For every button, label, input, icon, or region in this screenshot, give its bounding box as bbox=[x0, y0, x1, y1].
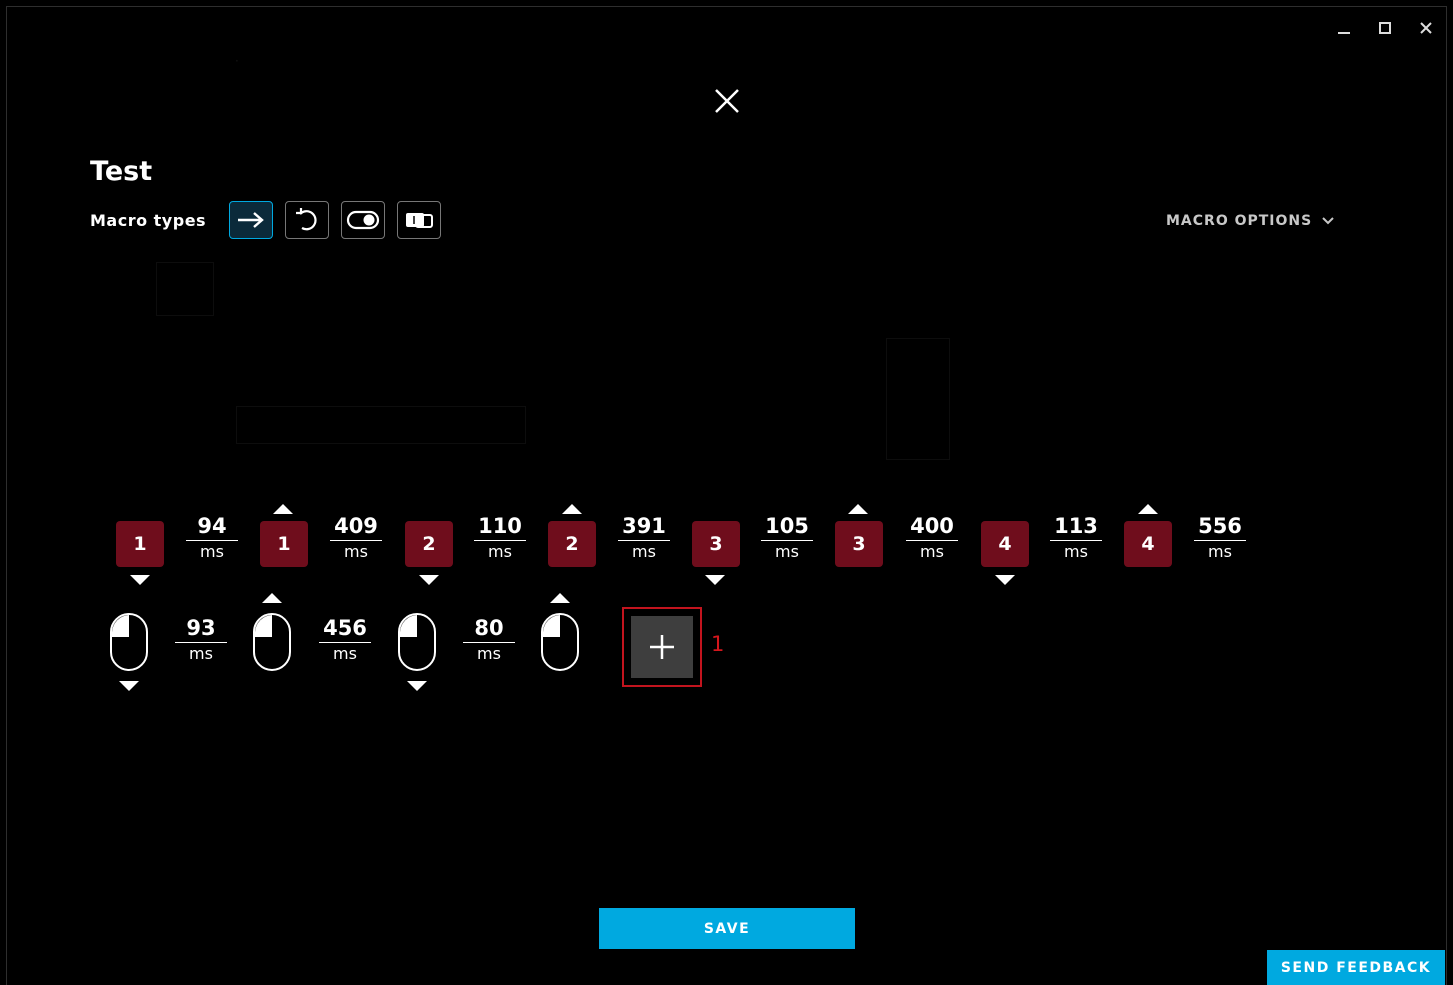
window-frame bbox=[6, 6, 1447, 985]
delay-unit: ms bbox=[200, 542, 224, 561]
delay-number: 93 bbox=[175, 615, 227, 643]
key-label: 4 bbox=[998, 533, 1012, 555]
key-event[interactable]: 4 bbox=[981, 521, 1029, 567]
toggle-icon bbox=[346, 210, 380, 230]
delay-value[interactable]: 409 ms bbox=[330, 513, 382, 563]
key-event[interactable]: 3 bbox=[835, 521, 883, 567]
delay-unit: ms bbox=[920, 542, 944, 561]
delay-unit: ms bbox=[1064, 542, 1088, 561]
minimize-icon[interactable] bbox=[1332, 16, 1356, 40]
delay-unit: ms bbox=[189, 644, 213, 663]
delay-number: 391 bbox=[618, 513, 670, 541]
macro-type-no-repeat-button[interactable] bbox=[229, 201, 273, 239]
delay-value[interactable]: 93 ms bbox=[175, 615, 227, 665]
sequence-icon bbox=[406, 213, 433, 228]
key-label: 2 bbox=[422, 533, 436, 555]
ghost-panel bbox=[236, 406, 526, 444]
window-close-icon[interactable] bbox=[1414, 16, 1438, 40]
mouse-left-click-icon[interactable] bbox=[540, 612, 580, 672]
delay-number: 105 bbox=[761, 513, 813, 541]
key-event[interactable]: 3 bbox=[692, 521, 740, 567]
save-button[interactable]: SAVE bbox=[599, 908, 855, 949]
repeat-icon bbox=[296, 208, 317, 231]
key-event[interactable]: 2 bbox=[548, 521, 596, 567]
arrow-right-icon bbox=[238, 212, 264, 228]
macro-type-repeat-button[interactable] bbox=[285, 201, 329, 239]
mouse-down-indicator-icon bbox=[119, 681, 139, 691]
mouse-left-click-icon[interactable] bbox=[252, 612, 292, 672]
macro-type-toggle-button[interactable] bbox=[341, 201, 385, 239]
macro-options-label: MACRO OPTIONS bbox=[1166, 213, 1313, 229]
close-editor-icon[interactable] bbox=[712, 86, 742, 116]
delay-number: 110 bbox=[474, 513, 526, 541]
mouse-down-indicator-icon bbox=[407, 681, 427, 691]
mouse-up-indicator-icon bbox=[550, 593, 570, 603]
delay-unit: ms bbox=[632, 542, 656, 561]
key-label: 1 bbox=[133, 533, 147, 555]
delay-value[interactable]: 391 ms bbox=[618, 513, 670, 563]
delay-number: 409 bbox=[330, 513, 382, 541]
key-event[interactable]: 4 bbox=[1124, 521, 1172, 567]
macro-types-label: Macro types bbox=[90, 211, 207, 230]
key-label: 2 bbox=[565, 533, 579, 555]
key-label: 1 bbox=[277, 533, 291, 555]
delay-number: 113 bbox=[1050, 513, 1102, 541]
delay-value[interactable]: 94 ms bbox=[186, 513, 238, 563]
key-event[interactable]: 1 bbox=[116, 521, 164, 567]
delay-unit: ms bbox=[477, 644, 501, 663]
chevron-down-icon bbox=[1322, 217, 1334, 225]
macro-type-sequence-button[interactable] bbox=[397, 201, 441, 239]
delay-value[interactable]: 556 ms bbox=[1194, 513, 1246, 563]
delay-number: 80 bbox=[463, 615, 515, 643]
delay-unit: ms bbox=[775, 542, 799, 561]
delay-value[interactable]: 456 ms bbox=[319, 615, 371, 665]
plus-icon bbox=[650, 635, 674, 659]
annotation-label: 1 bbox=[711, 632, 725, 656]
delay-value[interactable]: 105 ms bbox=[761, 513, 813, 563]
key-event[interactable]: 1 bbox=[260, 521, 308, 567]
key-label: 3 bbox=[709, 533, 723, 555]
key-up-indicator-icon bbox=[1138, 504, 1158, 514]
ghost-text: · bbox=[235, 54, 239, 68]
delay-unit: ms bbox=[488, 542, 512, 561]
add-event-highlight bbox=[622, 607, 702, 687]
delay-unit: ms bbox=[344, 542, 368, 561]
key-up-indicator-icon bbox=[562, 504, 582, 514]
send-feedback-button[interactable]: SEND FEEDBACK bbox=[1267, 950, 1445, 985]
key-down-indicator-icon bbox=[995, 575, 1015, 585]
key-down-indicator-icon bbox=[419, 575, 439, 585]
delay-number: 400 bbox=[906, 513, 958, 541]
delay-value[interactable]: 110 ms bbox=[474, 513, 526, 563]
key-label: 3 bbox=[852, 533, 866, 555]
delay-number: 456 bbox=[319, 615, 371, 643]
delay-unit: ms bbox=[1208, 542, 1232, 561]
mouse-up-indicator-icon bbox=[262, 593, 282, 603]
add-event-button[interactable] bbox=[631, 616, 693, 678]
delay-number: 94 bbox=[186, 513, 238, 541]
key-down-indicator-icon bbox=[130, 575, 150, 585]
key-event[interactable]: 2 bbox=[405, 521, 453, 567]
delay-unit: ms bbox=[333, 644, 357, 663]
key-label: 4 bbox=[1141, 533, 1155, 555]
macro-options-dropdown[interactable]: MACRO OPTIONS bbox=[1166, 213, 1334, 229]
delay-number: 556 bbox=[1194, 513, 1246, 541]
maximize-icon[interactable] bbox=[1373, 16, 1397, 40]
delay-value[interactable]: 113 ms bbox=[1050, 513, 1102, 563]
ghost-panel bbox=[156, 262, 214, 316]
delay-value[interactable]: 400 ms bbox=[906, 513, 958, 563]
mouse-left-click-icon[interactable] bbox=[397, 612, 437, 672]
key-up-indicator-icon bbox=[273, 504, 293, 514]
macro-title: Test bbox=[90, 156, 153, 187]
mouse-left-click-icon[interactable] bbox=[109, 612, 149, 672]
key-down-indicator-icon bbox=[705, 575, 725, 585]
ghost-panel bbox=[886, 338, 950, 460]
delay-value[interactable]: 80 ms bbox=[463, 615, 515, 665]
key-up-indicator-icon bbox=[848, 504, 868, 514]
